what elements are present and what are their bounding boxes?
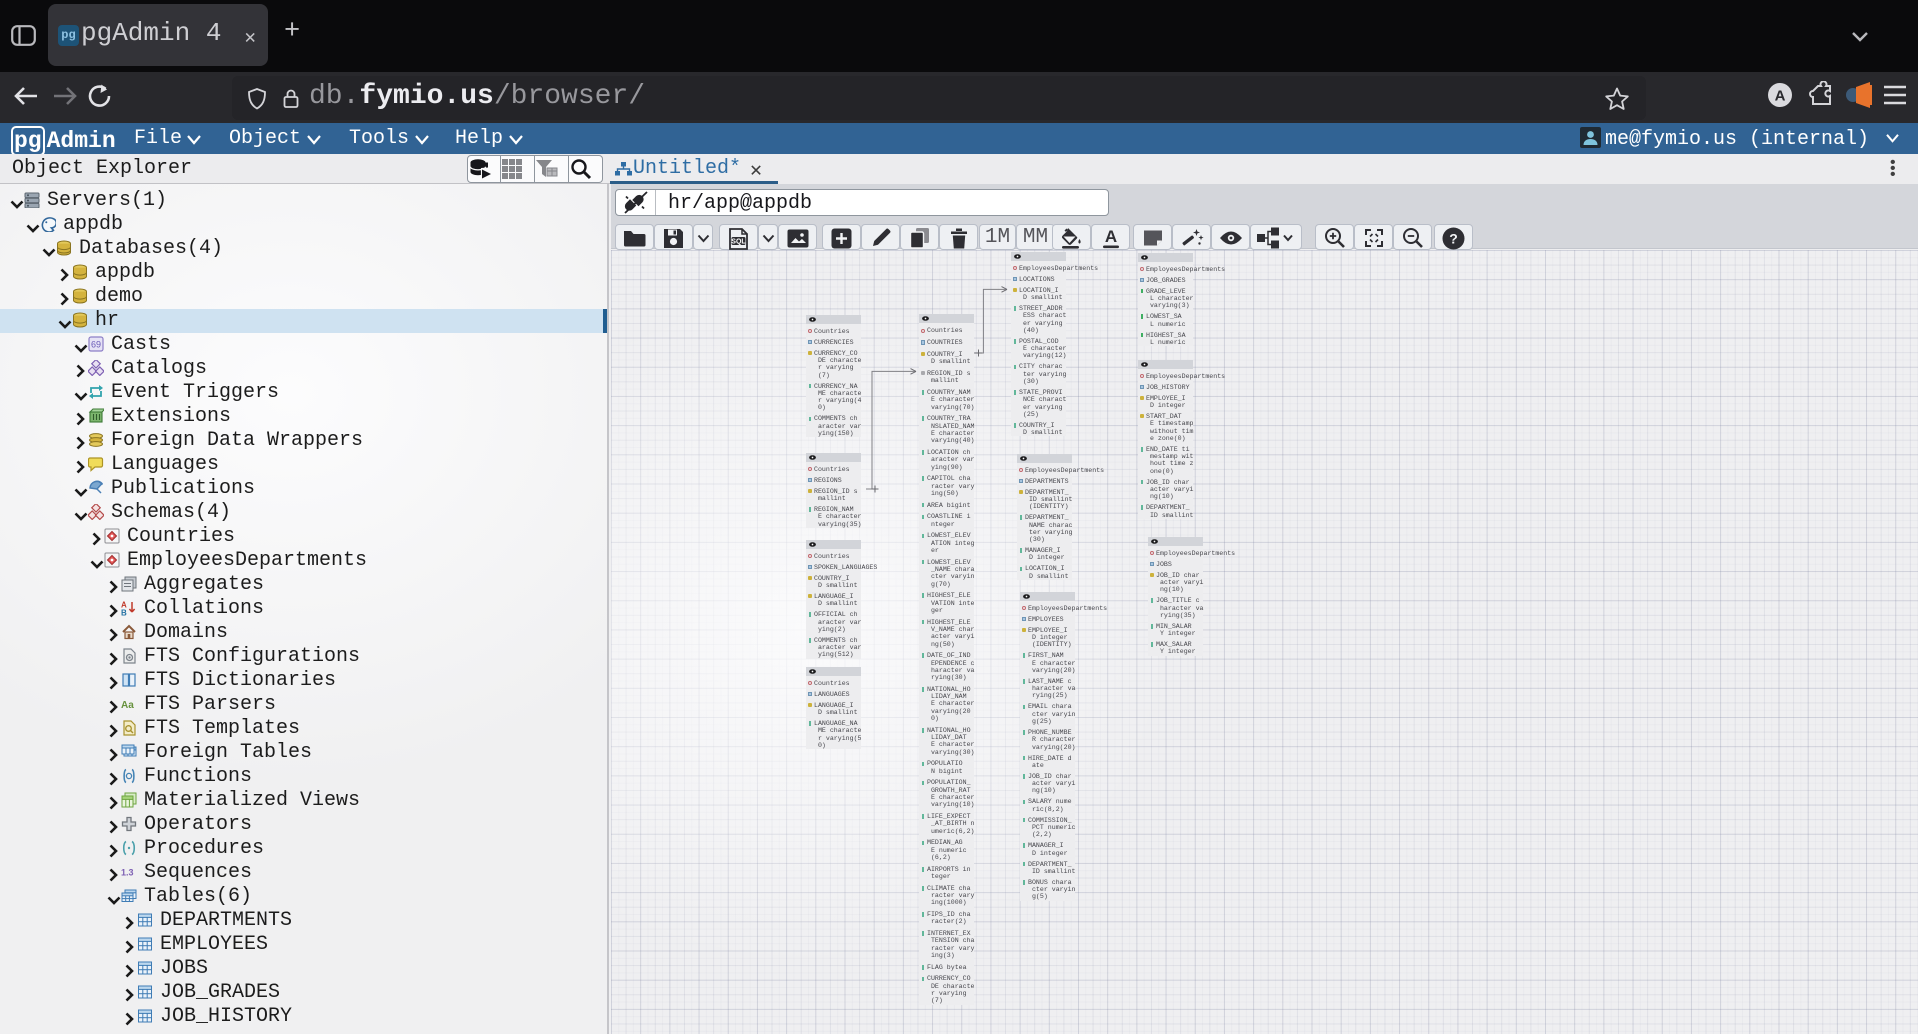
- svg-text:Aa: Aa: [121, 700, 134, 711]
- svg-text:SQL: SQL: [731, 239, 746, 246]
- svg-text:A: A: [1104, 227, 1116, 246]
- svg-text:?: ?: [1449, 231, 1458, 247]
- svg-text:69: 69: [91, 340, 101, 350]
- svg-text:1.3: 1.3: [121, 868, 134, 878]
- svg-text:B: B: [121, 609, 127, 617]
- svg-text:A: A: [1775, 88, 1786, 105]
